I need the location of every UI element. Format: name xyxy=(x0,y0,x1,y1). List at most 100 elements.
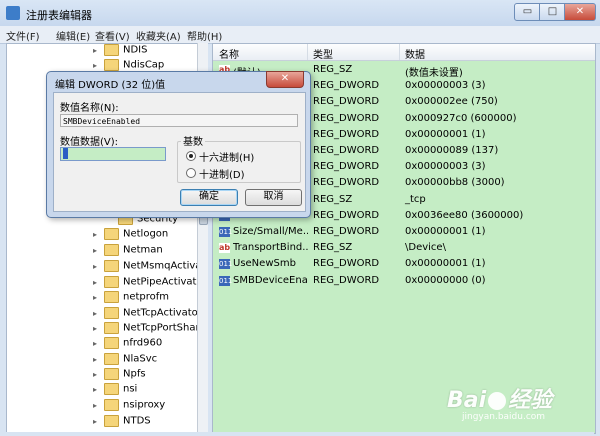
tree-item-netmsmqactivator[interactable]: ▸ NetMsmqActivato xyxy=(93,260,205,275)
expand-icon[interactable]: ▸ xyxy=(93,246,101,255)
expand-icon[interactable]: ▸ xyxy=(93,309,101,318)
title-bar: 注册表编辑器 ▭ □ ✕ xyxy=(0,0,600,26)
regedit-icon xyxy=(6,6,20,20)
expand-icon[interactable]: ▸ xyxy=(93,339,101,348)
value-data-input[interactable] xyxy=(60,147,166,161)
value-row[interactable]: 011 UseNewSmb REG_DWORD 0x00000001 (1) xyxy=(213,256,595,272)
value-data: 0x00000000 (0) xyxy=(405,274,486,286)
value-data-label: 数值数据(V): xyxy=(60,137,119,148)
expand-icon[interactable]: ▸ xyxy=(93,262,101,271)
watermark-url: jingyan.baidu.com xyxy=(462,412,546,422)
menu-favorites[interactable]: 收藏夹(A) xyxy=(136,28,181,43)
folder-icon xyxy=(104,260,119,272)
tree-item-netpipeactivator[interactable]: ▸ NetPipeActivator xyxy=(93,276,204,291)
expand-icon[interactable]: ▸ xyxy=(93,370,101,379)
value-type: REG_DWORD xyxy=(313,161,380,173)
expand-icon[interactable]: ▸ xyxy=(93,230,101,239)
decimal-radio[interactable] xyxy=(186,168,196,178)
decimal-radio-label[interactable]: 十进制(D) xyxy=(199,166,245,181)
column-header-name[interactable]: 名称 xyxy=(219,46,239,61)
value-data: 0x000002ee (750) xyxy=(405,96,498,108)
menu-view[interactable]: 查看(V) xyxy=(95,28,130,43)
expand-icon[interactable]: ▸ xyxy=(93,417,101,426)
tree-item-netlogon[interactable]: ▸ Netlogon xyxy=(93,228,168,243)
value-type: REG_DWORD xyxy=(313,258,380,270)
expand-icon[interactable]: ▸ xyxy=(93,46,101,55)
value-data: 0x000927c0 (600000) xyxy=(405,112,517,124)
tree-item-npfs[interactable]: ▸ Npfs xyxy=(93,368,146,383)
maximize-button[interactable]: □ xyxy=(539,3,566,21)
ok-button[interactable]: 确定 xyxy=(180,189,238,206)
tree-item-netman[interactable]: ▸ Netman xyxy=(93,244,163,259)
tree-item-label: nfrd960 xyxy=(123,337,163,349)
column-divider[interactable] xyxy=(399,44,400,60)
tree-item-ndis[interactable]: ▸ NDIS xyxy=(93,44,147,59)
tree-item-label: Netlogon xyxy=(123,228,169,240)
binary-value-icon: 011 xyxy=(219,227,233,237)
close-button[interactable]: ✕ xyxy=(564,3,596,21)
folder-icon xyxy=(104,383,119,395)
column-divider[interactable] xyxy=(307,44,308,60)
value-data: _tcp xyxy=(405,193,426,205)
hex-radio-label[interactable]: 十六进制(H) xyxy=(199,149,254,164)
values-header: 名称 类型 数据 xyxy=(213,44,595,61)
expand-icon[interactable]: ▸ xyxy=(93,401,101,410)
value-data: 0x00000003 (3) xyxy=(405,161,486,173)
column-header-data[interactable]: 数据 xyxy=(405,46,425,61)
expand-icon[interactable]: ▸ xyxy=(93,324,101,333)
tree-item-netprofm[interactable]: ▸ netprofm xyxy=(93,291,169,306)
expand-icon[interactable]: ▸ xyxy=(93,385,101,394)
minimize-button[interactable]: ▭ xyxy=(514,3,541,21)
tree-item-nlasvc[interactable]: ▸ NlaSvc xyxy=(93,353,157,368)
tree-item-nettcpactivator[interactable]: ▸ NetTcpActivator xyxy=(93,307,202,322)
registry-editor-window: 注册表编辑器 ▭ □ ✕ 文件(F) 编辑(E) 查看(V) 收藏夹(A) 帮助… xyxy=(0,0,600,436)
column-header-type[interactable]: 类型 xyxy=(313,46,333,61)
value-name-label: 数值名称(N): xyxy=(60,103,119,114)
expand-icon[interactable]: ▸ xyxy=(93,293,101,302)
folder-icon xyxy=(104,307,119,319)
tree-item-nsiproxy[interactable]: ▸ nsiproxy xyxy=(93,399,165,414)
value-row[interactable]: ab TransportBind... REG_SZ \Device\ xyxy=(213,240,595,256)
value-row[interactable]: 011 Size/Small/Me... REG_DWORD 0x00000001 (… xyxy=(213,224,595,240)
value-type: REG_SZ xyxy=(313,193,353,205)
paw-icon xyxy=(488,392,507,410)
dialog-close-button[interactable]: ✕ xyxy=(266,71,304,88)
expand-icon[interactable]: ▸ xyxy=(93,278,101,287)
folder-icon xyxy=(104,228,119,240)
value-row[interactable]: 011SMBDeviceEna... REG_DWORD 0x00000000 (0… xyxy=(213,273,595,289)
value-type: REG_DWORD xyxy=(313,80,380,92)
tree-item-ntds[interactable]: ▸ NTDS xyxy=(93,415,151,430)
edit-dword-dialog: 编辑 DWORD (32 位)值 ✕ 数值名称(N): SMBDeviceEna… xyxy=(46,71,311,218)
value-type: REG_DWORD xyxy=(313,96,380,108)
value-type: REG_SZ xyxy=(313,64,353,75)
tree-item-label: NlaSvc xyxy=(123,353,158,365)
expand-icon[interactable]: ▸ xyxy=(93,355,101,364)
value-data: 0x00000001 (1) xyxy=(405,128,486,140)
value-data: \Device\ xyxy=(405,242,446,254)
value-name: TransportBind... xyxy=(233,242,308,254)
menu-file[interactable]: 文件(F) xyxy=(6,28,40,43)
hex-radio[interactable] xyxy=(186,151,196,161)
tree-item-label: NetMsmqActivato xyxy=(123,260,205,272)
menu-help[interactable]: 帮助(H) xyxy=(187,28,222,43)
binary-value-icon: 011 xyxy=(219,259,233,270)
tree-item-label: NetTcpActivator xyxy=(123,307,202,319)
folder-icon xyxy=(104,59,119,71)
tree-item-nfrd960[interactable]: ▸ nfrd960 xyxy=(93,337,162,352)
value-data: (数值未设置) xyxy=(405,68,463,79)
tree-item-nsi[interactable]: ▸ nsi xyxy=(93,383,137,398)
status-bar xyxy=(6,432,594,436)
cancel-button[interactable]: 取消 xyxy=(245,189,302,206)
value-data: 0x00000003 (3) xyxy=(405,80,486,92)
value-type: REG_DWORD xyxy=(313,128,380,140)
tree-item-label: Netman xyxy=(123,244,163,256)
menu-edit[interactable]: 编辑(E) xyxy=(56,28,90,43)
tree-item-label: NetTcpPortSharin xyxy=(123,322,205,334)
folder-icon xyxy=(104,244,119,256)
watermark-logo: Bai 经验 xyxy=(447,388,552,413)
tree-item-nettcpportsharing[interactable]: ▸ NetTcpPortSharin xyxy=(93,322,205,337)
tree-item-label: netprofm xyxy=(123,291,170,303)
expand-icon[interactable]: ▸ xyxy=(93,61,101,70)
folder-icon xyxy=(104,44,119,56)
value-name: Size/Small/Me... xyxy=(233,226,308,237)
